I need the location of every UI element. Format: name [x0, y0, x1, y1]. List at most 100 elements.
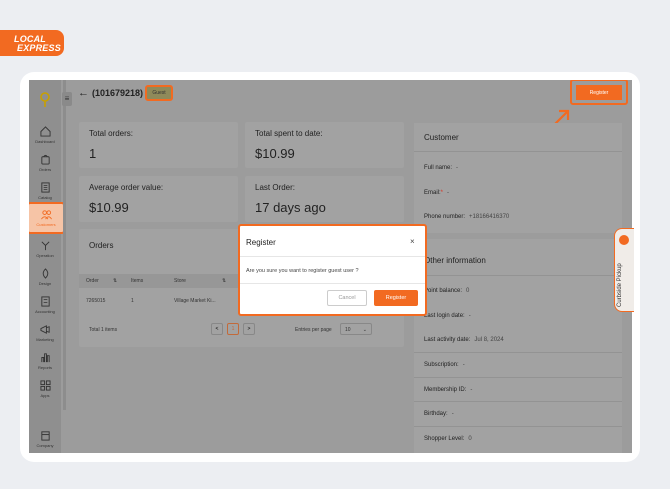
field-subscription: Subscription: - — [424, 362, 465, 368]
entries-per-page-select[interactable]: 10 ⌄ — [340, 323, 372, 335]
divider — [414, 352, 622, 353]
stat-last-order: Last Order: 17 days ago — [245, 176, 404, 222]
sidebar-item-label: Company — [36, 443, 54, 448]
sidebar-item-label: Design — [38, 281, 52, 286]
home-icon — [39, 126, 51, 137]
field-shopper-level: Shopper Level: 0 — [424, 436, 472, 442]
field-label: Subscription: — [424, 362, 459, 368]
prev-page-button[interactable]: < — [211, 323, 223, 335]
sort-icon[interactable]: ⇅ — [222, 278, 226, 284]
stat-value: $10.99 — [89, 200, 129, 215]
divider — [414, 377, 622, 378]
dialog-message: Are you sure you want to register guest … — [246, 268, 359, 274]
sidebar-divider — [63, 80, 66, 410]
chevron-down-icon: ⌄ — [362, 327, 367, 333]
page-title: (101679218) — [92, 88, 144, 98]
sidebar-item-label: Customers — [36, 222, 56, 227]
stat-value: 17 days ago — [255, 200, 326, 215]
field-label: Last activity date: — [424, 337, 471, 343]
orders-total: Total 1 items — [89, 327, 118, 333]
notification-dot-icon — [619, 235, 629, 245]
sidebar-item-accounting[interactable]: Accounting — [29, 296, 61, 314]
field-last-login: Last login date: - — [424, 313, 471, 319]
entries-per-page-value: 10 — [345, 327, 351, 333]
field-membership-id: Membership ID: - — [424, 387, 472, 393]
sidebar-item-label: Reports — [37, 365, 52, 370]
field-value: +18166416370 — [469, 214, 510, 220]
apps-icon — [39, 380, 51, 391]
sidebar-item-label: Accounting — [35, 309, 55, 314]
curbside-pickup-tab[interactable]: Curbside Pickup — [614, 228, 634, 312]
users-icon — [40, 210, 52, 220]
megaphone-icon — [39, 325, 50, 334]
field-label: Point balance: — [424, 288, 463, 294]
column-header-store[interactable]: Store — [174, 278, 186, 284]
field-label: Email: — [424, 190, 441, 196]
sidebar-item-catalog[interactable]: Catalog — [29, 182, 61, 200]
stat-label: Average order value: — [89, 183, 164, 192]
confirm-register-button[interactable]: Register — [374, 290, 418, 306]
field-value: - — [447, 190, 450, 196]
field-point-balance: Point balance: 0 — [424, 288, 469, 294]
stat-label: Total orders: — [89, 129, 134, 138]
sidebar-item-label: Catalog — [38, 195, 52, 200]
divider — [414, 275, 622, 276]
sidebar-item-company[interactable]: Company — [29, 430, 61, 448]
field-label: Last login date: — [424, 313, 465, 319]
column-header-order[interactable]: Order — [86, 278, 99, 284]
menu-toggle-icon[interactable]: ≡ — [62, 92, 72, 106]
sidebar-item-apps[interactable]: Apps — [29, 380, 61, 398]
sidebar-item-design[interactable]: Design — [29, 268, 61, 286]
brand-logo: LOCAL EXPRESS — [0, 30, 64, 56]
current-page-button[interactable]: 1 — [227, 323, 239, 335]
sidebar-item-marketing[interactable]: Marketing — [29, 324, 61, 342]
divider — [414, 426, 622, 427]
field-label: Full name: — [424, 165, 453, 171]
field-full-name: Full name: - — [424, 165, 458, 171]
field-phone: Phone number: +18166416370 — [424, 214, 509, 220]
sort-icon[interactable]: ⇅ — [113, 278, 117, 284]
customer-section: Customer Full name: - Email:* - Phone numb… — [414, 123, 622, 233]
curbside-pickup-label: Curbside Pickup — [617, 263, 623, 307]
sidebar-item-label: Operation — [36, 253, 54, 258]
sidebar-item-operation[interactable]: Operation — [29, 240, 61, 258]
stat-total-orders: Total orders: 1 — [79, 122, 238, 168]
stat-average-order: Average order value: $10.99 — [79, 176, 238, 222]
sidebar-item-customers[interactable]: Customers — [29, 202, 65, 234]
divider — [414, 401, 622, 402]
field-value: - — [462, 362, 465, 368]
field-birthday: Birthday: - — [424, 411, 454, 417]
design-icon — [42, 268, 48, 279]
field-value: - — [451, 411, 454, 417]
customer-title: Customer — [424, 133, 459, 142]
entries-per-page-label: Entries per page — [295, 327, 332, 333]
field-label: Phone number: — [424, 214, 466, 220]
stat-label: Total spent to date: — [255, 129, 323, 138]
sidebar-item-label: Dashboard — [35, 139, 55, 144]
required-mark: * — [440, 190, 444, 196]
company-icon — [40, 431, 50, 441]
order-number[interactable]: 7265015 — [86, 298, 105, 304]
sidebar-item-orders[interactable]: Orders — [29, 154, 61, 172]
divider — [240, 283, 425, 284]
stat-value: 1 — [89, 146, 97, 161]
other-information-section: Other information Point balance: 0 Last l… — [414, 239, 622, 453]
next-page-button[interactable]: > — [243, 323, 255, 335]
register-button-highlight: Register — [570, 80, 628, 105]
sidebar-item-reports[interactable]: Reports — [29, 352, 61, 370]
cancel-button[interactable]: Cancel — [327, 290, 367, 306]
bag-icon — [40, 154, 50, 165]
order-items: 1 — [131, 298, 134, 304]
customer-panel: Customer Full name: - Email:* - Phone numb… — [414, 123, 622, 453]
field-value: 0 — [468, 436, 472, 442]
register-button[interactable]: Register — [576, 85, 622, 100]
divider — [240, 256, 425, 257]
stat-total-spent: Total spent to date: $10.99 — [245, 122, 404, 168]
field-value: - — [470, 387, 473, 393]
column-header-items: Items — [131, 278, 144, 284]
order-store: Village Market Ki... — [174, 298, 216, 304]
back-arrow-icon[interactable]: ← — [78, 87, 89, 99]
sidebar-item-dashboard[interactable]: Dashboard — [29, 126, 61, 144]
close-icon[interactable]: × — [410, 237, 415, 246]
stat-value: $10.99 — [255, 146, 295, 161]
